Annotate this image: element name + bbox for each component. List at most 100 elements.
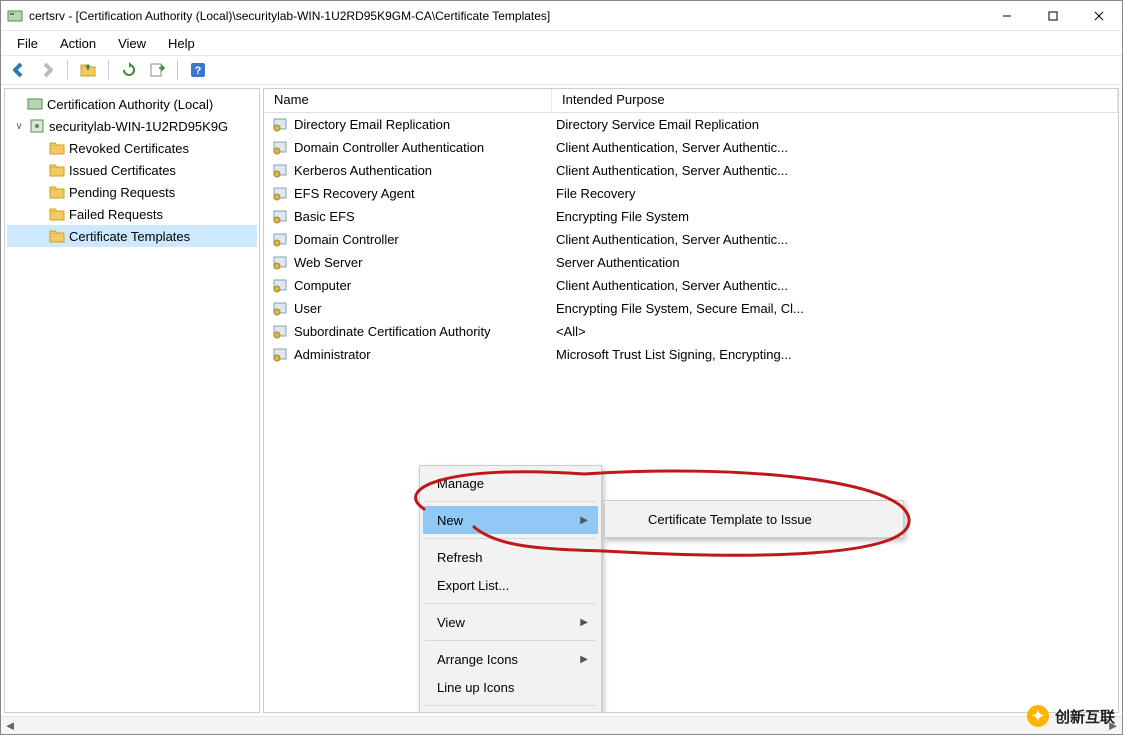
- list-rows: Directory Email ReplicationDirectory Ser…: [264, 113, 1118, 366]
- template-icon: [272, 347, 288, 363]
- export-button[interactable]: [145, 58, 169, 82]
- cell-name: Basic EFS: [294, 209, 355, 224]
- tree-root[interactable]: Certification Authority (Local): [7, 93, 257, 115]
- tree-label: Failed Requests: [69, 207, 163, 222]
- cell-name: Domain Controller Authentication: [294, 140, 484, 155]
- tree-label: Revoked Certificates: [69, 141, 189, 156]
- folder-icon: [49, 184, 65, 200]
- cell-purpose: <All>: [556, 324, 586, 339]
- maximize-button[interactable]: [1030, 1, 1076, 31]
- cm-divider: [425, 501, 596, 502]
- cell-purpose: Encrypting File System: [556, 209, 689, 224]
- list-item[interactable]: AdministratorMicrosoft Trust List Signin…: [264, 343, 1118, 366]
- tree-node-issued[interactable]: Issued Certificates: [7, 159, 257, 181]
- list-item[interactable]: Basic EFS Encrypting File System: [264, 205, 1118, 228]
- cell-purpose: Server Authentication: [556, 255, 680, 270]
- forward-button[interactable]: [35, 58, 59, 82]
- collapse-icon[interactable]: ∨: [13, 121, 25, 132]
- tree-node-templates[interactable]: Certificate Templates: [7, 225, 257, 247]
- list-item[interactable]: Domain Controller Client Authentication, …: [264, 228, 1118, 251]
- tree-root-label: Certification Authority (Local): [47, 97, 213, 112]
- cm-lineup[interactable]: Line up Icons: [423, 673, 598, 701]
- cm-manage[interactable]: Manage: [423, 469, 598, 497]
- menu-bar: File Action View Help: [1, 31, 1122, 55]
- cm-issue-template[interactable]: Certificate Template to Issue: [608, 504, 900, 534]
- folder-icon: [49, 206, 65, 222]
- server-icon: [29, 118, 45, 134]
- cell-purpose: Client Authentication, Server Authentic.…: [556, 140, 788, 155]
- tree-label: Certificate Templates: [69, 229, 190, 244]
- cm-arrange[interactable]: Arrange Icons▶: [423, 645, 598, 673]
- template-icon: [272, 278, 288, 294]
- cm-new[interactable]: New▶: [423, 506, 598, 534]
- menu-view[interactable]: View: [108, 33, 156, 54]
- tree-node-pending[interactable]: Pending Requests: [7, 181, 257, 203]
- template-icon: [272, 232, 288, 248]
- cell-name: EFS Recovery Agent: [294, 186, 415, 201]
- cm-divider: [425, 603, 596, 604]
- cm-export[interactable]: Export List...: [423, 571, 598, 599]
- chevron-right-icon: ▶: [580, 654, 588, 665]
- tree-node-revoked[interactable]: Revoked Certificates: [7, 137, 257, 159]
- minimize-button[interactable]: [984, 1, 1030, 31]
- context-submenu-new[interactable]: Certificate Template to Issue: [604, 500, 904, 538]
- tree-pane[interactable]: Certification Authority (Local) ∨ securi…: [4, 88, 260, 713]
- cell-name: Domain Controller: [294, 232, 399, 247]
- up-folder-button[interactable]: [76, 58, 100, 82]
- template-icon: [272, 140, 288, 156]
- scroll-left-icon[interactable]: ◄: [1, 717, 19, 735]
- list-item[interactable]: Subordinate Certification Authority <All>: [264, 320, 1118, 343]
- cell-purpose: File Recovery: [556, 186, 635, 201]
- close-button[interactable]: [1076, 1, 1122, 31]
- list-item[interactable]: User Encrypting File System, Secure Email…: [264, 297, 1118, 320]
- cell-purpose: Client Authentication, Server Authentic.…: [556, 232, 788, 247]
- list-item[interactable]: Web ServerServer Authentication: [264, 251, 1118, 274]
- list-item[interactable]: Directory Email ReplicationDirectory Ser…: [264, 113, 1118, 136]
- folder-icon: [49, 162, 65, 178]
- cell-purpose: Encrypting File System, Secure Email, Cl…: [556, 301, 804, 316]
- cell-name: Subordinate Certification Authority: [294, 324, 491, 339]
- cell-purpose: Directory Service Email Replication: [556, 117, 759, 132]
- cm-view[interactable]: View▶: [423, 608, 598, 636]
- horizontal-scrollbar[interactable]: ◄ ►: [1, 716, 1122, 734]
- cm-divider: [425, 705, 596, 706]
- app-window: certsrv - [Certification Authority (Loca…: [0, 0, 1123, 735]
- menu-file[interactable]: File: [7, 33, 48, 54]
- tree-ca-label: securitylab-WIN-1U2RD95K9G: [49, 119, 228, 134]
- cell-name: User: [294, 301, 321, 316]
- list-item[interactable]: Kerberos Authentication Client Authentica…: [264, 159, 1118, 182]
- app-icon: [7, 8, 23, 24]
- watermark-icon: ✦: [1027, 705, 1049, 727]
- folder-icon: [49, 140, 65, 156]
- list-header: Name Intended Purpose: [264, 89, 1118, 113]
- cm-divider: [425, 640, 596, 641]
- tree-node-failed[interactable]: Failed Requests: [7, 203, 257, 225]
- tree-ca[interactable]: ∨ securitylab-WIN-1U2RD95K9G: [7, 115, 257, 137]
- toolbar-separator: [177, 60, 178, 80]
- body-split: Certification Authority (Local) ∨ securi…: [1, 85, 1122, 716]
- list-item[interactable]: EFS Recovery Agent File Recovery: [264, 182, 1118, 205]
- cell-name: Kerberos Authentication: [294, 163, 432, 178]
- template-icon: [272, 324, 288, 340]
- cell-purpose: Client Authentication, Server Authentic.…: [556, 163, 788, 178]
- context-menu[interactable]: Manage New▶ Refresh Export List... View▶…: [419, 465, 602, 713]
- template-icon: [272, 209, 288, 225]
- toolbar: ?: [1, 55, 1122, 85]
- col-purpose[interactable]: Intended Purpose: [552, 89, 1118, 112]
- list-item[interactable]: ComputerClient Authentication, Server Au…: [264, 274, 1118, 297]
- cm-refresh[interactable]: Refresh: [423, 543, 598, 571]
- list-pane[interactable]: Name Intended Purpose Directory Email Re…: [263, 88, 1119, 713]
- toolbar-separator: [108, 60, 109, 80]
- template-icon: [272, 163, 288, 179]
- title-bar: certsrv - [Certification Authority (Loca…: [1, 1, 1122, 31]
- list-item[interactable]: Domain Controller Authentication Client A…: [264, 136, 1118, 159]
- menu-help[interactable]: Help: [158, 33, 205, 54]
- back-button[interactable]: [7, 58, 31, 82]
- menu-action[interactable]: Action: [50, 33, 106, 54]
- cell-purpose: Microsoft Trust List Signing, Encrypting…: [556, 347, 792, 362]
- refresh-button[interactable]: [117, 58, 141, 82]
- col-name[interactable]: Name: [264, 89, 552, 112]
- help-button[interactable]: ?: [186, 58, 210, 82]
- watermark: ✦ 创新互联: [1027, 705, 1115, 727]
- template-icon: [272, 255, 288, 271]
